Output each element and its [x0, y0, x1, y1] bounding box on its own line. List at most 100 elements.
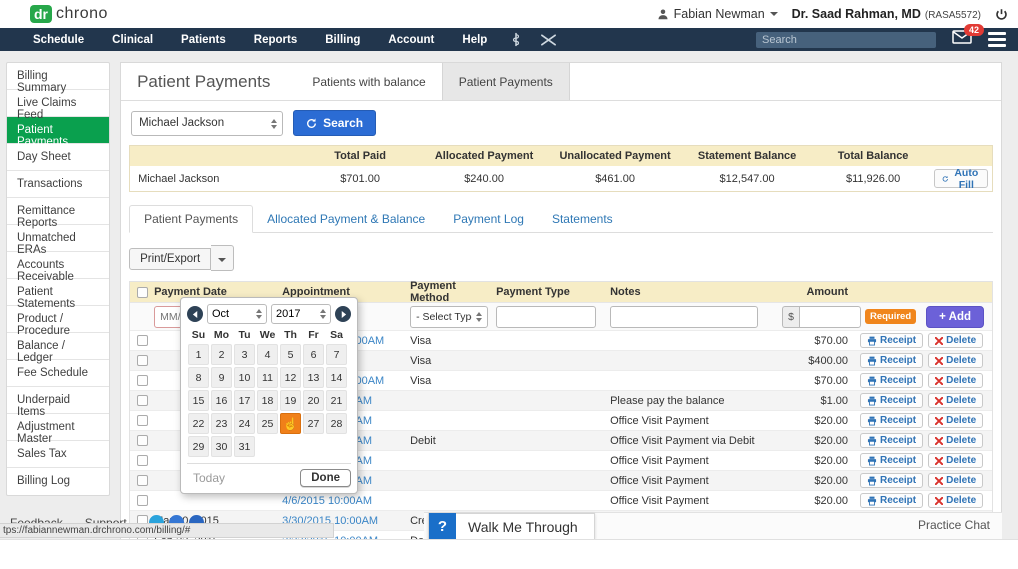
calendar-day-6[interactable]: 6	[303, 344, 324, 365]
delete-button[interactable]: Delete	[928, 373, 983, 388]
crossed-scalpels-icon[interactable]	[540, 33, 557, 47]
sidebar-item-patient-statements[interactable]: Patient Statements	[7, 279, 109, 306]
receipt-button[interactable]: Receipt	[860, 453, 923, 468]
calendar-day-11[interactable]: 11	[257, 367, 278, 388]
sidebar-item-product-procedure[interactable]: Product / Procedure	[7, 306, 109, 333]
calendar-day-30[interactable]: 30	[211, 436, 232, 457]
row-checkbox[interactable]	[137, 395, 148, 406]
appointment-link[interactable]: 4/6/2015 10:00AM	[282, 495, 372, 507]
subtab-statements[interactable]: Statements	[538, 206, 627, 232]
year-select[interactable]: 2017	[271, 304, 331, 324]
sidebar-item-live-claims-feed[interactable]: Live Claims Feed	[7, 90, 109, 117]
calendar-day-29[interactable]: 29	[188, 436, 209, 457]
auto-fill-button[interactable]: Auto Fill	[934, 169, 988, 188]
receipt-button[interactable]: Receipt	[860, 393, 923, 408]
sidebar-item-remittance-reports[interactable]: Remittance Reports	[7, 198, 109, 225]
receipt-button[interactable]: Receipt	[860, 493, 923, 508]
row-checkbox[interactable]	[137, 455, 148, 466]
calendar-day-21[interactable]: 21	[326, 390, 347, 411]
nav-patients[interactable]: Patients	[168, 34, 239, 46]
sidebar-item-adjustment-master[interactable]: Adjustment Master	[7, 414, 109, 441]
calendar-day-23[interactable]: 23	[211, 413, 232, 434]
subtab-payment-log[interactable]: Payment Log	[439, 206, 538, 232]
delete-button[interactable]: Delete	[928, 433, 983, 448]
calendar-day-16[interactable]: 16	[211, 390, 232, 411]
print-export-button[interactable]: Print/Export	[129, 248, 211, 270]
menu-icon[interactable]	[988, 32, 1006, 47]
prev-month-button[interactable]	[187, 306, 203, 322]
delete-button[interactable]: Delete	[928, 453, 983, 468]
subtab-patient-payments[interactable]: Patient Payments	[129, 205, 253, 233]
sidebar-item-patient-payments[interactable]: Patient Payments	[7, 117, 109, 144]
sidebar-item-accounts-receivable[interactable]: Accounts Receivable	[7, 252, 109, 279]
delete-button[interactable]: Delete	[928, 393, 983, 408]
calendar-day-5[interactable]: 5	[280, 344, 301, 365]
receipt-button[interactable]: Receipt	[860, 373, 923, 388]
subtab-allocated-payment-balance[interactable]: Allocated Payment & Balance	[253, 206, 439, 232]
nav-help[interactable]: Help	[449, 34, 500, 46]
nav-account[interactable]: Account	[375, 34, 447, 46]
sidebar-item-fee-schedule[interactable]: Fee Schedule	[7, 360, 109, 387]
sidebar-item-billing-log[interactable]: Billing Log	[7, 468, 109, 495]
amount-input[interactable]	[799, 306, 861, 328]
sidebar-item-sales-tax[interactable]: Sales Tax	[7, 441, 109, 468]
add-payment-button[interactable]: + Add	[926, 306, 984, 328]
done-button[interactable]: Done	[300, 469, 351, 487]
nav-reports[interactable]: Reports	[241, 34, 310, 46]
nav-clinical[interactable]: Clinical	[99, 34, 166, 46]
patient-combobox[interactable]	[131, 111, 283, 136]
delete-button[interactable]: Delete	[928, 473, 983, 488]
calendar-day-4[interactable]: 4	[257, 344, 278, 365]
power-icon[interactable]	[995, 8, 1008, 21]
calendar-day-2[interactable]: 2	[211, 344, 232, 365]
sidebar-item-day-sheet[interactable]: Day Sheet	[7, 144, 109, 171]
search-button[interactable]: Search	[293, 110, 376, 136]
next-month-button[interactable]	[335, 306, 351, 322]
month-select[interactable]: Oct	[207, 304, 267, 324]
nav-billing[interactable]: Billing	[312, 34, 373, 46]
tab-patients-with-balance[interactable]: Patients with balance	[296, 63, 441, 100]
calendar-day-3[interactable]: 3	[234, 344, 255, 365]
caduceus-icon[interactable]	[510, 32, 522, 47]
walk-me-through-button[interactable]: ? Walk Me Through	[428, 513, 595, 540]
payment-type-input[interactable]	[496, 306, 596, 328]
payment-method-select[interactable]: - Select Type	[410, 306, 488, 328]
calendar-day-24[interactable]: 24	[234, 413, 255, 434]
calendar-day-9[interactable]: 9	[211, 367, 232, 388]
calendar-day-1[interactable]: 1	[188, 344, 209, 365]
user-menu[interactable]: Fabian Newman	[657, 7, 778, 21]
calendar-day-22[interactable]: 22	[188, 413, 209, 434]
calendar-day-31[interactable]: 31	[234, 436, 255, 457]
calendar-day-15[interactable]: 15	[188, 390, 209, 411]
sidebar-item-balance-ledger[interactable]: Balance / Ledger	[7, 333, 109, 360]
notes-input[interactable]	[610, 306, 758, 328]
drchrono-logo[interactable]: dr chrono	[30, 5, 108, 23]
calendar-day-8[interactable]: 8	[188, 367, 209, 388]
patient-search-input[interactable]	[131, 111, 283, 136]
delete-button[interactable]: Delete	[928, 353, 983, 368]
delete-button[interactable]: Delete	[928, 333, 983, 348]
today-button[interactable]: Today	[187, 469, 231, 487]
calendar-day-28[interactable]: 28	[326, 413, 347, 434]
receipt-button[interactable]: Receipt	[860, 473, 923, 488]
messages-button[interactable]: 42	[952, 30, 972, 49]
row-checkbox[interactable]	[137, 475, 148, 486]
calendar-day-13[interactable]: 13	[303, 367, 324, 388]
calendar-day-14[interactable]: 14	[326, 367, 347, 388]
row-checkbox[interactable]	[137, 495, 148, 506]
delete-button[interactable]: Delete	[928, 413, 983, 428]
calendar-day-25[interactable]: 25	[257, 413, 278, 434]
calendar-day-20[interactable]: 20	[303, 390, 324, 411]
delete-button[interactable]: Delete	[928, 493, 983, 508]
sidebar-item-billing-summary[interactable]: Billing Summary	[7, 63, 109, 90]
row-checkbox[interactable]	[137, 355, 148, 366]
practice-chat-button[interactable]: Practice Chat	[918, 518, 990, 532]
calendar-day-19[interactable]: 19	[280, 390, 301, 411]
tab-patient-payments[interactable]: Patient Payments	[442, 63, 570, 100]
row-checkbox[interactable]	[137, 435, 148, 446]
calendar-day-17[interactable]: 17	[234, 390, 255, 411]
row-checkbox[interactable]	[137, 375, 148, 386]
calendar-day-26-selected[interactable]: ☝	[280, 413, 301, 434]
calendar-day-10[interactable]: 10	[234, 367, 255, 388]
receipt-button[interactable]: Receipt	[860, 353, 923, 368]
